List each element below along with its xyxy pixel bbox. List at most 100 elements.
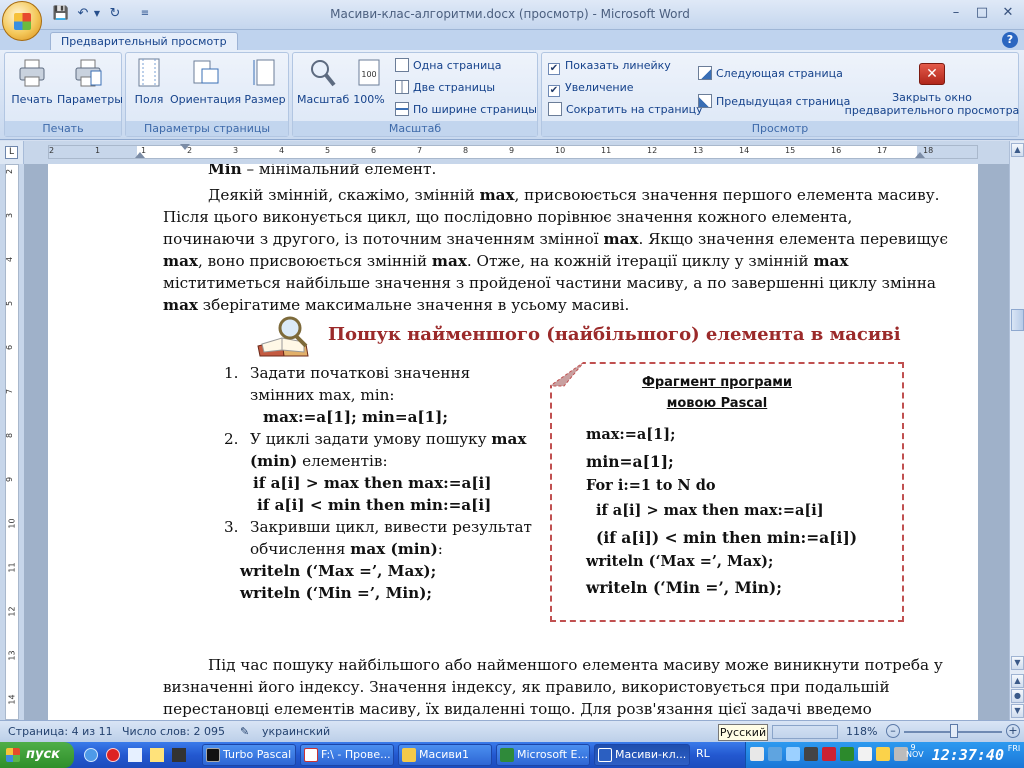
start-button[interactable]: пуск xyxy=(0,742,74,768)
taskbar-item[interactable]: Масиви1 xyxy=(398,744,492,766)
zoom-out-icon[interactable]: – xyxy=(886,724,900,738)
svg-text:100: 100 xyxy=(361,70,376,79)
next-page-button[interactable]: Следующая страница xyxy=(698,65,843,83)
tab-print-preview[interactable]: Предварительный просмотр xyxy=(50,32,238,51)
zoom-100-button[interactable]: 100 100% xyxy=(351,57,387,106)
status-language[interactable]: украинский xyxy=(262,725,330,738)
browse-object-icon[interactable]: ● xyxy=(1011,689,1024,703)
scroll-thumb[interactable] xyxy=(1011,309,1024,331)
clock[interactable]: 12:37:40 xyxy=(932,746,1004,764)
prev-page-icon xyxy=(698,94,712,108)
text-line: Після цього виконується цикл, що послідо… xyxy=(163,208,853,226)
orientation-icon xyxy=(193,60,219,84)
list-item-text: Задати початкові значення xyxy=(250,364,471,382)
desktop-icon[interactable] xyxy=(128,748,142,762)
language-indicator[interactable]: RL xyxy=(696,747,710,760)
vertical-scrollbar[interactable]: ▲ ▼ ▲ ● ▼ xyxy=(1009,141,1024,720)
zoom-in-icon[interactable]: + xyxy=(1006,724,1020,738)
save-icon[interactable]: 💾 xyxy=(52,5,70,23)
page-width-label: По ширине страницы xyxy=(413,103,537,116)
page-width-button[interactable]: По ширине страницы xyxy=(395,101,537,119)
next-page-arrow-icon[interactable]: ▼ xyxy=(1011,704,1024,718)
tab-selector[interactable]: L xyxy=(0,141,24,164)
first-line-indent-icon[interactable] xyxy=(180,144,190,150)
two-pages-button[interactable]: Две страницы xyxy=(395,79,495,97)
tray-icon[interactable] xyxy=(786,747,800,761)
maximize-button[interactable]: □ xyxy=(970,3,994,23)
scroll-down-icon[interactable]: ▼ xyxy=(1011,656,1024,670)
vertical-ruler[interactable]: 2 3 4 5 6 7 8 9 10 11 12 13 14 xyxy=(0,164,24,720)
taskbar-item-label: F:\ - Прове... xyxy=(321,748,391,761)
tray-icon[interactable] xyxy=(750,747,764,761)
code-line: min=a[1]; xyxy=(586,452,674,471)
print-params-button[interactable]: Параметры xyxy=(57,57,123,106)
zoom-slider-thumb[interactable] xyxy=(950,724,958,738)
proofing-icon[interactable]: ✎ xyxy=(240,725,249,738)
code-line: writeln (‘Max =’, Max); xyxy=(586,553,774,570)
prev-page-button[interactable]: Предыдущая страница xyxy=(698,93,850,111)
hanging-indent-icon[interactable] xyxy=(135,152,145,158)
tray-icon[interactable] xyxy=(804,747,818,761)
undo-icon[interactable]: ↶ xyxy=(74,5,92,23)
ie-icon[interactable] xyxy=(84,748,98,762)
next-page-icon xyxy=(698,66,712,80)
taskbar-item[interactable]: F:\ - Прове... xyxy=(300,744,394,766)
tray-icon[interactable] xyxy=(876,747,890,761)
ruler-tick-label: 3 xyxy=(233,146,239,155)
orientation-button[interactable]: Ориентация xyxy=(170,57,241,106)
ruler-tick-label: 2 xyxy=(5,168,15,175)
ruler-tick-label: 5 xyxy=(5,300,15,307)
printer-settings-icon xyxy=(75,59,102,87)
taskbar-item-active[interactable]: Масиви-кл... xyxy=(594,744,690,766)
pascal-code-box: Фрагмент програми мовою Pascal max:=a[1];… xyxy=(550,362,904,622)
taskbar-item[interactable]: Turbo Pascal xyxy=(202,744,296,766)
show-ruler-checkbox[interactable]: ✔ Показать линейку xyxy=(548,57,671,75)
redo-icon[interactable]: ↻ xyxy=(106,5,124,23)
ruler-tick-label: 1 xyxy=(95,146,101,155)
tray-icon[interactable] xyxy=(840,747,854,761)
zoom-level[interactable]: 118% xyxy=(846,725,877,738)
close-button[interactable]: ✕ xyxy=(996,3,1020,23)
text-run: , воно присвоюється змінній xyxy=(197,252,432,270)
section-heading: Пошук найменшого (найбільшого) елемента … xyxy=(328,324,901,345)
text-run: обчислення xyxy=(250,540,351,558)
opera-icon[interactable] xyxy=(106,748,120,762)
ruler-tick-label: 5 xyxy=(325,146,331,155)
tray-icon[interactable] xyxy=(858,747,872,761)
taskbar-item[interactable]: Microsoft E... xyxy=(496,744,590,766)
scroll-up-icon[interactable]: ▲ xyxy=(1011,143,1024,157)
magnifier-checkbox[interactable]: ✔ Увеличение xyxy=(548,79,634,97)
print-button[interactable]: Печать xyxy=(7,57,57,106)
status-words[interactable]: Число слов: 2 095 xyxy=(122,725,225,738)
tray-icon[interactable] xyxy=(822,747,836,761)
customize-qat-icon[interactable]: ≡ xyxy=(136,5,154,23)
text-line: починаючи з другого, із поточним значенн… xyxy=(163,228,948,250)
horizontal-ruler[interactable]: 2 1 1 2 3 4 5 6 7 8 9 10 11 12 13 14 15 16 17 18 xyxy=(24,141,1009,164)
ruler-tick-label: 6 xyxy=(5,344,15,351)
minimize-button[interactable]: – xyxy=(944,3,968,23)
group-page-setup-label: Параметры страницы xyxy=(126,121,288,136)
help-icon[interactable]: ? xyxy=(1002,32,1018,48)
office-button[interactable] xyxy=(2,1,42,41)
shrink-label: Сократить на страницу xyxy=(566,103,703,116)
prev-page-arrow-icon[interactable]: ▲ xyxy=(1011,674,1024,688)
one-page-button[interactable]: Одна страница xyxy=(395,57,501,75)
view-buttons[interactable] xyxy=(772,725,838,739)
zoom-button[interactable]: Масштаб xyxy=(297,57,349,106)
margins-button[interactable]: Поля xyxy=(130,57,168,106)
ruler-tick-label: 10 xyxy=(7,518,17,529)
console-icon[interactable] xyxy=(172,748,186,762)
console-icon xyxy=(206,748,220,762)
size-button[interactable]: Размер xyxy=(242,57,288,106)
undo-dropdown-icon[interactable]: ▼ xyxy=(92,5,102,23)
text-run-bold: max xyxy=(491,430,527,448)
explorer-icon[interactable] xyxy=(150,748,164,762)
window-title: Масиви-клас-алгоритми.docx (просмотр) - … xyxy=(330,7,690,21)
document-page[interactable]: Min – мінімальний елемент. Деякій змінні… xyxy=(48,164,978,720)
status-page[interactable]: Страница: 4 из 11 xyxy=(8,725,113,738)
tray-icon[interactable] xyxy=(768,747,782,761)
margins-label: Поля xyxy=(134,93,164,106)
close-preview-button[interactable]: ✕ Закрыть окно предварительного просмотр… xyxy=(842,57,1022,123)
right-indent-icon[interactable] xyxy=(915,152,925,158)
shrink-one-page-button[interactable]: Сократить на страницу xyxy=(548,101,703,119)
